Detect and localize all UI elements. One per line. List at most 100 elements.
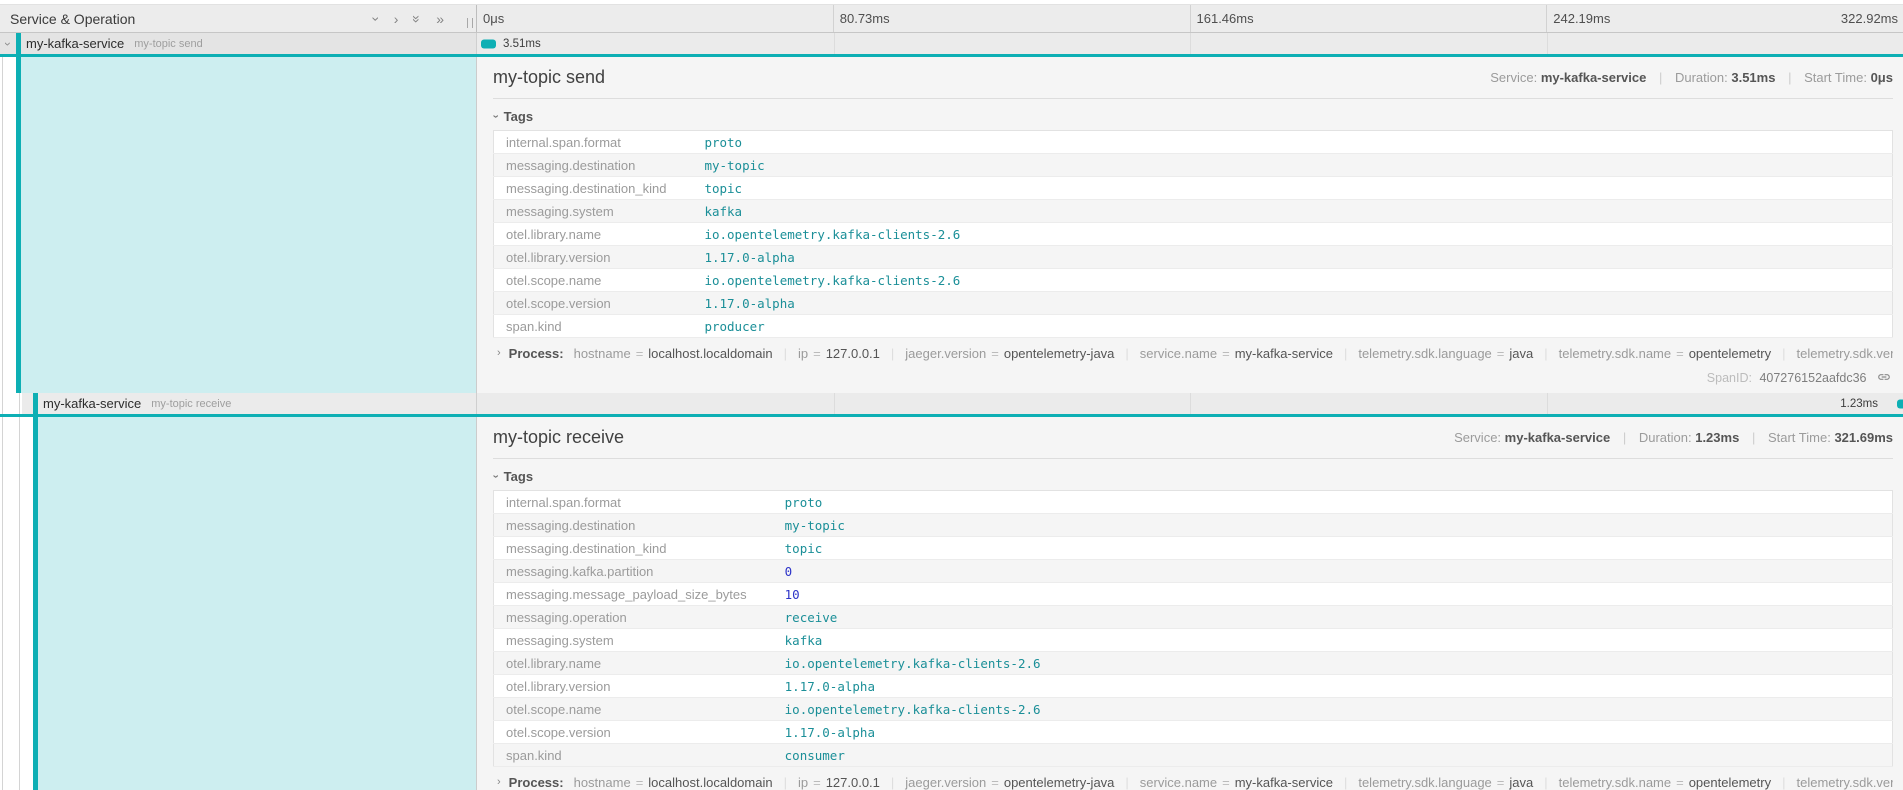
process-item: telemetry.sdk.name=opentelemetry bbox=[1559, 346, 1797, 361]
process-item: telemetry.sdk.version=1.17.0 bbox=[1796, 346, 1893, 361]
detail-title: my-topic send bbox=[493, 67, 605, 88]
equals-sign: = bbox=[1497, 346, 1505, 361]
tag-row: messaging.kafka.partition 0 bbox=[494, 560, 1893, 583]
process-value: my-kafka-service bbox=[1235, 775, 1333, 790]
separator: | bbox=[1623, 430, 1626, 445]
indent-guide bbox=[2, 417, 3, 790]
span-track-send[interactable]: 3.51ms bbox=[477, 33, 1903, 54]
indent-guide bbox=[2, 393, 3, 414]
span-name-cell-send[interactable]: › my-kafka-service my-topic send bbox=[0, 33, 477, 54]
process-key: telemetry.sdk.language bbox=[1358, 346, 1491, 361]
process-accordion-header[interactable]: › Process: hostname=localhost.localdomai… bbox=[493, 775, 1893, 790]
tags-accordion-header[interactable]: › Tags bbox=[493, 469, 533, 484]
separator: | bbox=[1788, 70, 1791, 85]
chevron-down-icon: › bbox=[489, 115, 500, 119]
selected-highlight bbox=[38, 417, 476, 790]
tag-key: span.kind bbox=[494, 315, 693, 338]
tag-key: messaging.destination bbox=[494, 514, 773, 537]
tag-value: 1.17.0-alpha bbox=[692, 246, 1892, 269]
tag-row: messaging.message_payload_size_bytes 10 bbox=[494, 583, 1893, 606]
span-duration-label: 3.51ms bbox=[503, 38, 541, 50]
span-name-cell-receive[interactable]: my-kafka-service my-topic receive bbox=[0, 393, 477, 414]
tag-value: 10 bbox=[773, 583, 1893, 606]
process-value: opentelemetry bbox=[1689, 346, 1771, 361]
process-key: telemetry.sdk.name bbox=[1559, 775, 1671, 790]
tag-row: internal.span.format proto bbox=[494, 491, 1893, 514]
separator: | bbox=[1659, 70, 1662, 85]
detail-overview: Service: my-kafka-service | Duration: 1.… bbox=[1454, 430, 1893, 445]
tag-key: otel.scope.name bbox=[494, 269, 693, 292]
tag-row: otel.scope.name io.opentelemetry.kafka-c… bbox=[494, 698, 1893, 721]
column-resize-grip[interactable] bbox=[467, 18, 473, 28]
tag-key: messaging.kafka.partition bbox=[494, 560, 773, 583]
detail-header: my-topic send Service: my-kafka-service … bbox=[493, 67, 1893, 88]
process-key: telemetry.sdk.language bbox=[1358, 775, 1491, 790]
detail-overview: Service: my-kafka-service | Duration: 3.… bbox=[1490, 70, 1893, 85]
tag-row: messaging.operation receive bbox=[494, 606, 1893, 629]
expand-one-icon[interactable]: › bbox=[394, 12, 399, 26]
indent-guide bbox=[19, 417, 20, 790]
tag-key: internal.span.format bbox=[494, 131, 693, 154]
collapse-children-icon[interactable]: › bbox=[2, 42, 14, 46]
indent-guide bbox=[19, 393, 20, 414]
service-value: my-kafka-service bbox=[1505, 430, 1611, 445]
service-operation-header: Service & Operation › › » » bbox=[0, 5, 477, 32]
start-time-label: Start Time: bbox=[1768, 430, 1831, 445]
tag-value: io.opentelemetry.kafka-clients-2.6 bbox=[692, 269, 1892, 292]
tag-key: messaging.system bbox=[494, 629, 773, 652]
divider bbox=[493, 458, 1893, 459]
process-label: Process: bbox=[509, 346, 564, 361]
selected-highlight bbox=[21, 57, 476, 393]
collapse-all-icon[interactable]: » bbox=[410, 15, 424, 23]
span-id-row: SpanID: 407276152aafdc36 bbox=[493, 370, 1893, 385]
tags-accordion-header[interactable]: › Tags bbox=[493, 109, 533, 124]
timeline-ruler[interactable]: 0μs 80.73ms 161.46ms 242.19ms 322.92ms bbox=[477, 5, 1903, 32]
process-key: jaeger.version bbox=[905, 346, 986, 361]
tag-value: producer bbox=[692, 315, 1892, 338]
tag-value: topic bbox=[773, 537, 1893, 560]
collapse-one-icon[interactable]: › bbox=[369, 16, 383, 21]
process-key: service.name bbox=[1140, 346, 1217, 361]
tag-key: messaging.operation bbox=[494, 606, 773, 629]
start-time-value: 0μs bbox=[1871, 70, 1893, 85]
tag-key: messaging.message_payload_size_bytes bbox=[494, 583, 773, 606]
process-accordion-header[interactable]: › Process: hostname=localhost.localdomai… bbox=[493, 346, 1893, 361]
equals-sign: = bbox=[1676, 346, 1684, 361]
ruler-tick: 80.73ms bbox=[833, 5, 1190, 32]
process-key: service.name bbox=[1140, 775, 1217, 790]
start-time-label: Start Time: bbox=[1804, 70, 1867, 85]
equals-sign: = bbox=[636, 775, 644, 790]
span-row-receive[interactable]: my-kafka-service my-topic receive 1.23ms bbox=[0, 393, 1903, 417]
tag-key: internal.span.format bbox=[494, 491, 773, 514]
tag-value: proto bbox=[692, 131, 1892, 154]
deep-link-icon[interactable] bbox=[1877, 370, 1891, 384]
span-track-receive[interactable]: 1.23ms bbox=[477, 393, 1903, 414]
tag-row: otel.library.version 1.17.0-alpha bbox=[494, 246, 1893, 269]
tag-row: messaging.destination_kind topic bbox=[494, 177, 1893, 200]
process-item: jaeger.version=opentelemetry-java bbox=[905, 346, 1140, 361]
process-item: ip=127.0.0.1 bbox=[798, 775, 905, 790]
service-name: my-kafka-service bbox=[26, 36, 124, 51]
process-key: telemetry.sdk.version bbox=[1796, 346, 1893, 361]
process-item: telemetry.sdk.version=1.17.0 bbox=[1796, 775, 1893, 790]
tag-row: messaging.system kafka bbox=[494, 629, 1893, 652]
process-value: opentelemetry-java bbox=[1004, 346, 1115, 361]
process-item: telemetry.sdk.language=java bbox=[1358, 346, 1558, 361]
span-row-send[interactable]: › my-kafka-service my-topic send 3.51ms bbox=[0, 33, 1903, 57]
expand-all-icon[interactable]: » bbox=[436, 12, 444, 26]
tag-row: otel.library.version 1.17.0-alpha bbox=[494, 675, 1893, 698]
span-duration-bar[interactable] bbox=[1897, 399, 1903, 408]
span-id-value: 407276152aafdc36 bbox=[1759, 371, 1866, 385]
tag-value: 1.17.0-alpha bbox=[773, 721, 1893, 744]
tag-row: messaging.system kafka bbox=[494, 200, 1893, 223]
span-duration-bar[interactable] bbox=[481, 39, 496, 48]
divider bbox=[493, 98, 1893, 99]
span-duration-label: 1.23ms bbox=[1840, 398, 1878, 410]
tag-key: otel.library.name bbox=[494, 652, 773, 675]
process-label: Process: bbox=[509, 775, 564, 790]
process-value: java bbox=[1509, 775, 1533, 790]
process-key: hostname bbox=[574, 775, 631, 790]
tag-value: io.opentelemetry.kafka-clients-2.6 bbox=[692, 223, 1892, 246]
start-time-value: 321.69ms bbox=[1834, 430, 1893, 445]
tag-key: otel.scope.version bbox=[494, 721, 773, 744]
